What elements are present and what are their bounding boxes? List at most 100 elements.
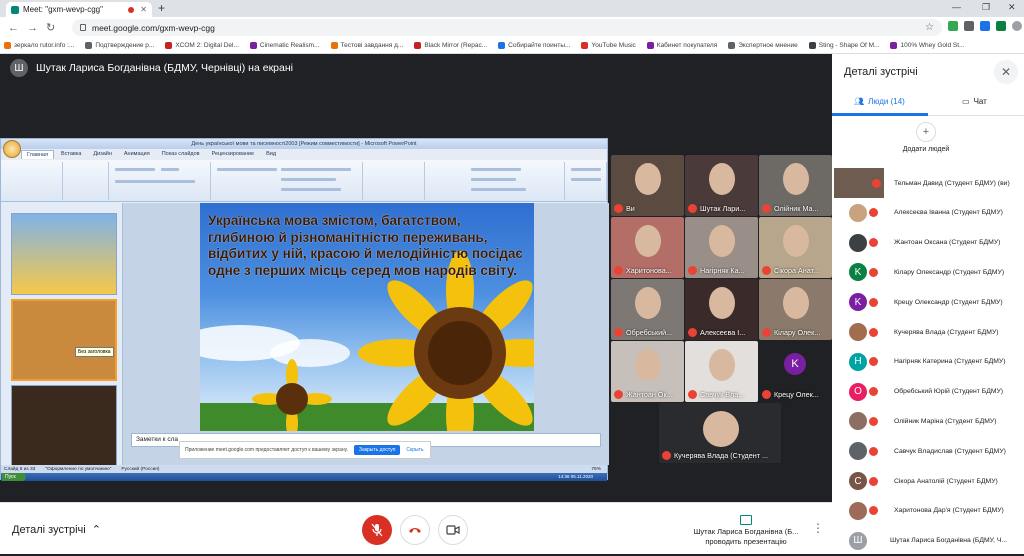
participant-row[interactable]: K Кілару Олександр (Студент БДМУ) — [832, 257, 1024, 287]
extension-icon[interactable] — [980, 21, 990, 31]
forward-icon[interactable]: → — [27, 22, 38, 34]
bookmark-item[interactable]: XCOM 2: Digital Del... — [165, 42, 239, 49]
bookmark-item[interactable]: Кабинет покупателя — [646, 42, 718, 49]
back-icon[interactable]: ← — [8, 22, 19, 34]
participant-tile[interactable]: Кілару Олек... — [759, 279, 832, 340]
browser-tab[interactable]: Meet: "gxm-wevp-cgg" ✕ — [6, 2, 152, 17]
participant-row[interactable]: K Крецу Олександр (Студент БДМУ) — [832, 287, 1024, 317]
participant-tile[interactable]: Жантоан Ок... — [611, 341, 684, 402]
participant-video — [635, 163, 661, 195]
participant-tile[interactable]: Нагірняк Ка... — [685, 217, 758, 278]
bookmark-item[interactable]: Sting - Shape Of M... — [808, 42, 879, 49]
participant-video — [709, 349, 735, 381]
participant-row[interactable]: Ш Шутак Лариса Богданівна (БДМУ, Ч... — [832, 526, 1024, 556]
bookmark-label: Кабинет покупателя — [656, 42, 718, 49]
bookmark-item[interactable]: Собирайте поинты... — [498, 42, 570, 49]
add-people-label: Додати людей — [902, 146, 950, 153]
add-people-button[interactable]: + Додати людей — [894, 122, 958, 154]
participant-row[interactable]: Харитонова Дар'я (Студент БДМУ) — [832, 496, 1024, 526]
participant-row[interactable]: C Сікора Анатолій (Студент БДМУ) — [832, 466, 1024, 496]
slide-thumbnail-selected[interactable]: Без заголовка — [11, 299, 117, 381]
participant-tile[interactable]: Кучерява Влада (Студент ... — [659, 403, 781, 463]
mic-muted-icon — [688, 204, 697, 213]
participant-row[interactable]: Савчук Владислав (Студент БДМУ) — [832, 436, 1024, 466]
tab-people[interactable]: 👥︎ Люди (14) — [854, 97, 905, 106]
close-tab-icon[interactable]: ✕ — [140, 5, 147, 14]
profile-avatar[interactable] — [1012, 21, 1022, 31]
participant-tile[interactable]: K Крецу Олек... — [759, 341, 832, 402]
bookmark-item[interactable]: Подтверждение р... — [85, 42, 154, 49]
minimize-icon[interactable]: — — [952, 2, 961, 12]
bookmark-star-icon[interactable]: ☆ — [925, 22, 934, 33]
new-tab-button[interactable]: + — [158, 1, 165, 15]
stop-sharing-button[interactable]: Закрыть доступ — [354, 445, 401, 455]
presentation-info[interactable]: Шутак Лариса Богданівна (Б... проводить … — [690, 515, 802, 547]
participant-tile[interactable]: Харитонова... — [611, 217, 684, 278]
participant-tile[interactable]: Сікора Анат... — [759, 217, 832, 278]
extension-icon[interactable] — [964, 21, 974, 31]
tab-chat[interactable]: ▭ Чат — [962, 97, 987, 106]
hang-up-icon — [409, 528, 421, 533]
bookmark-item[interactable]: Тестові завдання д... — [330, 42, 404, 49]
participant-row[interactable]: Кучерява Влада (Студент БДМУ) — [832, 317, 1024, 347]
camera-toggle-button[interactable] — [438, 515, 468, 545]
participant-avatar — [849, 442, 867, 461]
ribbon-group — [3, 162, 63, 200]
mic-muted-icon — [762, 204, 771, 213]
participant-tile[interactable]: Обребський... — [611, 279, 684, 340]
bookmark-label: Тестові завдання д... — [340, 42, 404, 49]
participant-tile[interactable]: Ви — [611, 155, 684, 216]
close-panel-button[interactable]: ✕ — [994, 60, 1018, 84]
more-options-icon[interactable]: ⋮ — [812, 521, 824, 535]
participant-tile[interactable]: Савчук Вла... — [685, 341, 758, 402]
extension-icon[interactable] — [996, 21, 1006, 31]
people-icon: 👥︎ — [854, 97, 865, 106]
participant-avatar — [849, 501, 867, 520]
reload-icon[interactable]: ↻ — [46, 21, 55, 34]
ribbon-control — [281, 168, 351, 171]
language-name: Русский (Россия) — [121, 466, 160, 472]
mic-toggle-button[interactable] — [362, 515, 392, 545]
bookmark-item[interactable]: Экспертное мнение — [728, 42, 798, 49]
ppt-ribbon — [1, 160, 607, 202]
participant-name: Жантоан Оксана (Студент БДМУ) — [894, 239, 1001, 247]
close-window-icon[interactable]: ✕ — [1008, 2, 1016, 13]
bookmark-item[interactable]: YouTube Music — [581, 42, 636, 49]
participant-tile-name: Крецу Олек... — [774, 390, 819, 399]
bookmark-favicon-icon — [85, 42, 93, 49]
presenter-avatar: Ш — [10, 59, 28, 77]
url-text: meet.google.com/gxm-wevp-cgg — [92, 22, 215, 33]
meet-stage: Ш Шутак Лариса Богданівна (БДМУ, Чернівц… — [0, 54, 832, 502]
participant-name: Тельман Давид (Студент БДМУ) (ви) — [894, 179, 1010, 187]
extension-icon[interactable] — [948, 21, 958, 31]
participant-tile[interactable]: Шутак Лари... — [685, 155, 758, 216]
hide-notice-button[interactable]: Скрыть — [406, 447, 423, 453]
start-button: Пуск — [2, 473, 26, 481]
maximize-icon[interactable]: ❐ — [982, 2, 990, 13]
bookmark-item[interactable]: Cinematic Realism... — [249, 42, 320, 49]
ribbon-control — [115, 168, 155, 171]
participant-tile[interactable]: Алексеєва І... — [685, 279, 758, 340]
participant-tile[interactable]: Олійник Ма... — [759, 155, 832, 216]
participant-row[interactable]: Алексеєва Іванна (Студент БДМУ) — [832, 198, 1024, 228]
camera-icon — [446, 525, 460, 535]
browser-toolbar: ← → ↻ meet.google.com/gxm-wevp-cgg ☆ — [0, 17, 1024, 38]
bookmark-label: Подтверждение р... — [95, 42, 155, 49]
participant-row[interactable]: Жантоан Оксана (Студент БДМУ) — [832, 228, 1024, 258]
mic-muted-icon — [872, 178, 881, 188]
bookmark-item[interactable]: Black Mirror (Repac... — [414, 42, 487, 49]
bookmark-item[interactable]: зеркало rutor.info :... — [4, 42, 74, 49]
participant-row[interactable]: O Обребський Юрій (Студент БДМУ) — [832, 377, 1024, 407]
address-bar[interactable]: meet.google.com/gxm-wevp-cgg ☆ — [72, 19, 942, 36]
leave-call-button[interactable] — [400, 515, 430, 545]
bookmark-label: XCOM 2: Digital Del... — [175, 42, 239, 49]
slide-thumbnail[interactable] — [11, 385, 117, 467]
participant-row[interactable]: Олійник Маріна (Студент БДМУ) — [832, 406, 1024, 436]
panel-tabs: 👥︎ Люди (14) ▭ Чат — [832, 90, 1024, 116]
mic-off-icon — [371, 523, 383, 537]
bookmark-item[interactable]: 100% Whey Gold St... — [890, 42, 964, 49]
slide-thumbnail[interactable] — [11, 213, 117, 295]
participant-row[interactable]: H Нагірняк Катерина (Студент БДМУ) — [832, 347, 1024, 377]
participant-row[interactable]: Тельман Давид (Студент БДМУ) (ви) — [832, 168, 1024, 198]
meeting-details-toggle[interactable]: Деталі зустрічі ⌃ — [12, 523, 101, 537]
